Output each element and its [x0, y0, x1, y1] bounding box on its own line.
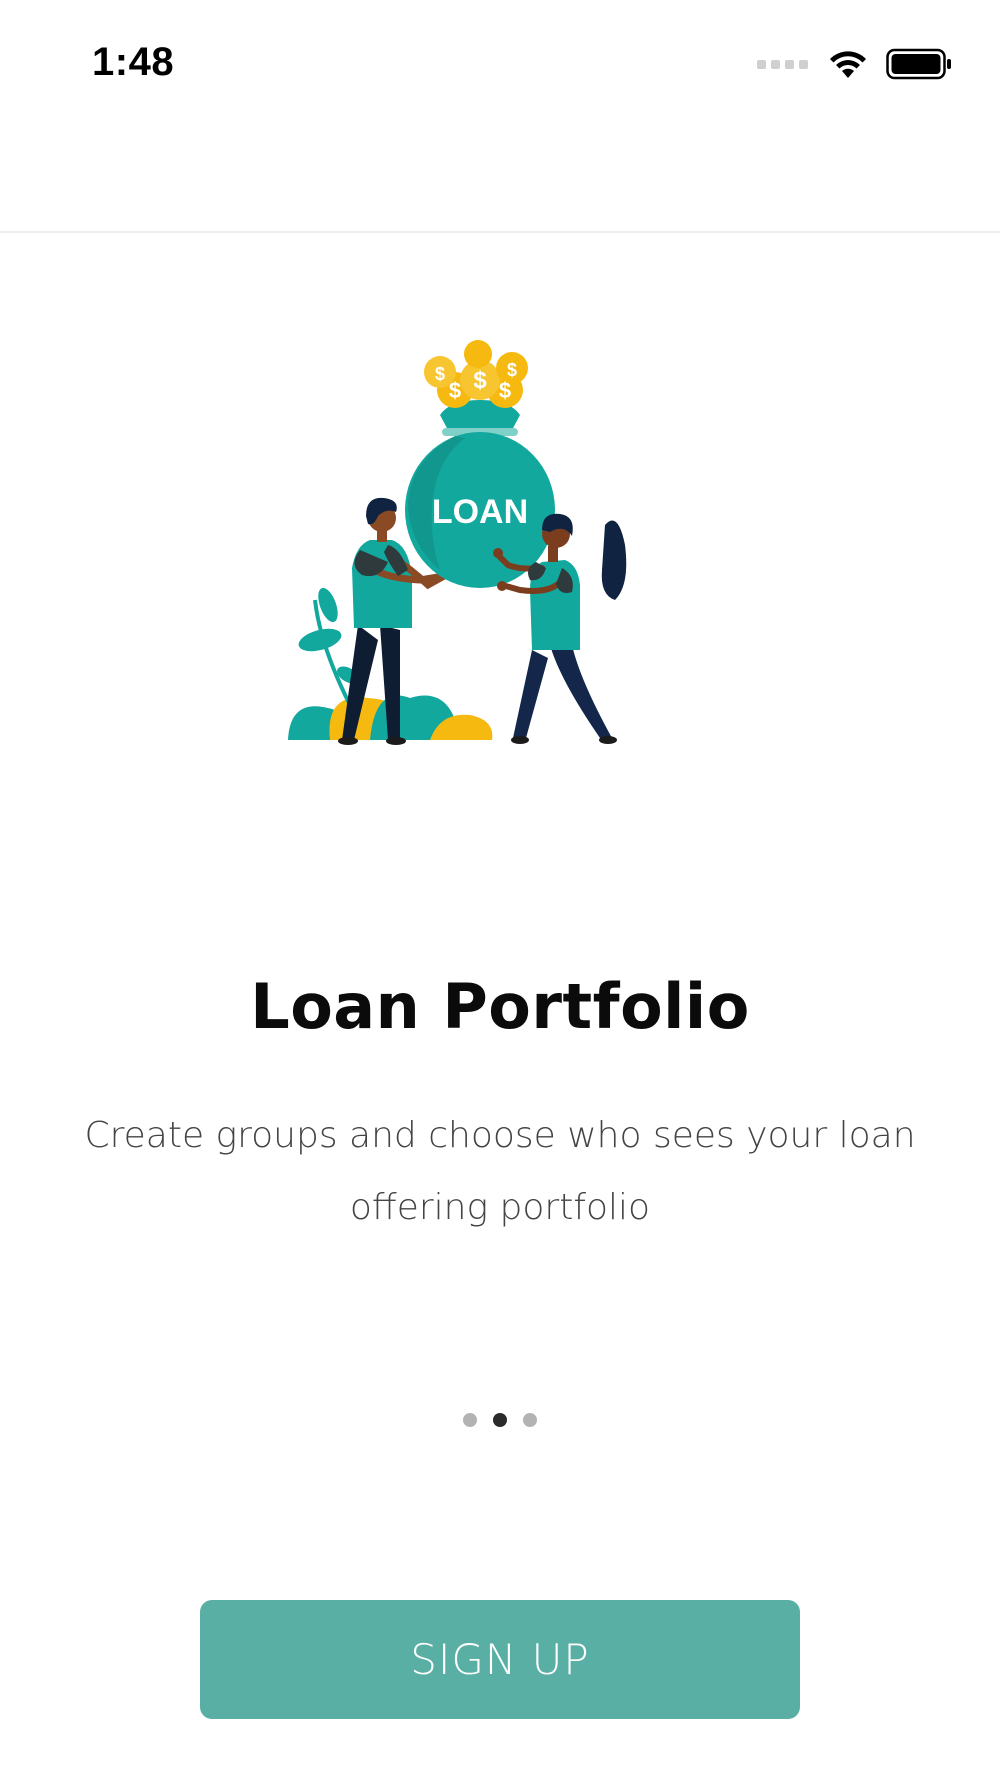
svg-text:$: $ — [449, 378, 461, 403]
status-time: 1:48 — [92, 40, 175, 84]
sign-up-button[interactable]: SIGN UP — [200, 1600, 800, 1719]
header-bar — [0, 130, 1000, 233]
svg-text:$: $ — [473, 367, 487, 394]
page-indicator[interactable] — [0, 1413, 1000, 1427]
status-bar: 1:48 — [0, 0, 1000, 130]
signal-dots-icon — [757, 59, 808, 69]
page-dot-2-active[interactable] — [493, 1413, 507, 1427]
page-dot-3[interactable] — [523, 1413, 537, 1427]
loan-bag-illustration: LOAN $ $ $ $ $ — [280, 340, 680, 750]
svg-text:$: $ — [435, 364, 445, 384]
svg-text:$: $ — [507, 360, 517, 380]
wifi-icon — [830, 51, 866, 78]
status-icons — [757, 44, 952, 84]
battery-icon — [886, 48, 951, 80]
page-title: Loan Portfolio — [250, 970, 750, 1043]
svg-text:$: $ — [499, 378, 511, 403]
page-description: Create groups and choose who sees your l… — [84, 1115, 916, 1228]
loan-bag-label: LOAN — [432, 493, 528, 531]
page-dot-1[interactable] — [463, 1413, 477, 1427]
